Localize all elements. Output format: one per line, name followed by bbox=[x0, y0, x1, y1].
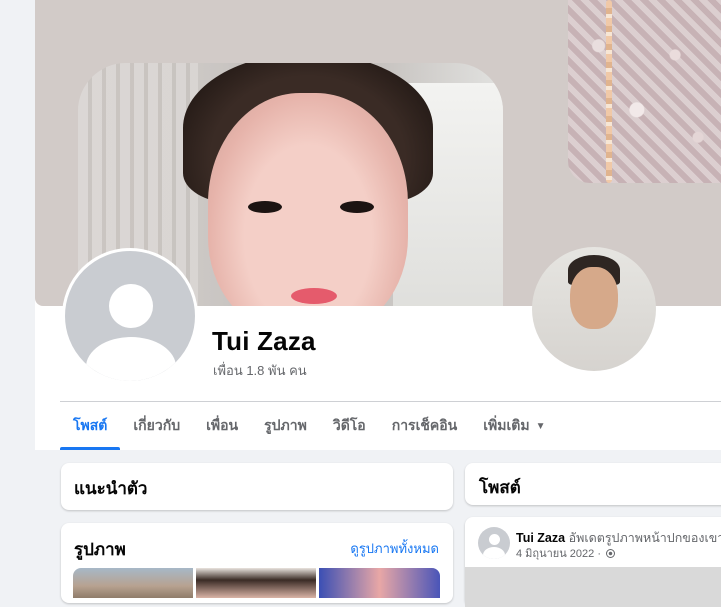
caret-down-icon: ▼ bbox=[535, 420, 546, 432]
profile-name: Tui Zaza bbox=[212, 326, 316, 356]
photo-thumbnail[interactable] bbox=[73, 568, 193, 598]
tab-friends[interactable]: เพื่อน bbox=[193, 402, 251, 450]
cover-circle-image bbox=[532, 247, 656, 371]
post-image[interactable] bbox=[465, 567, 721, 607]
see-all-photos-link[interactable]: ดูรูปภาพทั้งหมด bbox=[350, 538, 439, 559]
posts-title: โพสต์ bbox=[479, 478, 521, 497]
tab-videos[interactable]: วิดีโอ bbox=[320, 402, 379, 450]
globe-icon bbox=[606, 549, 616, 558]
page-margin bbox=[0, 0, 35, 450]
profile-avatar[interactable] bbox=[62, 248, 198, 384]
avatar-placeholder-icon bbox=[109, 284, 153, 328]
post-card: Tui Zaza อัพเดตรูปภาพหน้าปกของเขา 4 มิถุ… bbox=[465, 517, 721, 607]
photo-thumbnail[interactable] bbox=[196, 568, 316, 598]
post-action-text: อัพเดตรูปภาพหน้าปกของเขา bbox=[568, 531, 721, 545]
posts-header-card: โพสต์ bbox=[465, 463, 721, 505]
post-author-link[interactable]: Tui Zaza bbox=[516, 531, 565, 545]
post-meta: 4 มิถุนายน 2022 · bbox=[516, 544, 616, 562]
cover-lace-image bbox=[568, 0, 721, 183]
photos-card: รูปภาพ ดูรูปภาพทั้งหมด bbox=[61, 523, 453, 603]
photo-thumbnail[interactable] bbox=[319, 568, 440, 598]
friends-count[interactable]: เพื่อน 1.8 พัน คน bbox=[213, 360, 307, 381]
tab-about[interactable]: เกี่ยวกับ bbox=[120, 402, 193, 450]
tab-checkins[interactable]: การเช็คอิน bbox=[379, 402, 471, 450]
intro-card: แนะนำตัว bbox=[61, 463, 453, 510]
tab-photos[interactable]: รูปภาพ bbox=[251, 402, 320, 450]
post-author-avatar[interactable] bbox=[478, 527, 510, 559]
tab-more[interactable]: เพิ่มเติม ▼ bbox=[470, 402, 558, 450]
photos-title: รูปภาพ bbox=[74, 540, 126, 559]
profile-tabs: โพสต์ เกี่ยวกับ เพื่อน รูปภาพ วิดีโอ การ… bbox=[60, 402, 558, 450]
intro-title: แนะนำตัว bbox=[74, 479, 148, 498]
post-date-link[interactable]: 4 มิถุนายน 2022 · bbox=[516, 548, 601, 560]
tab-posts[interactable]: โพสต์ bbox=[60, 402, 121, 450]
